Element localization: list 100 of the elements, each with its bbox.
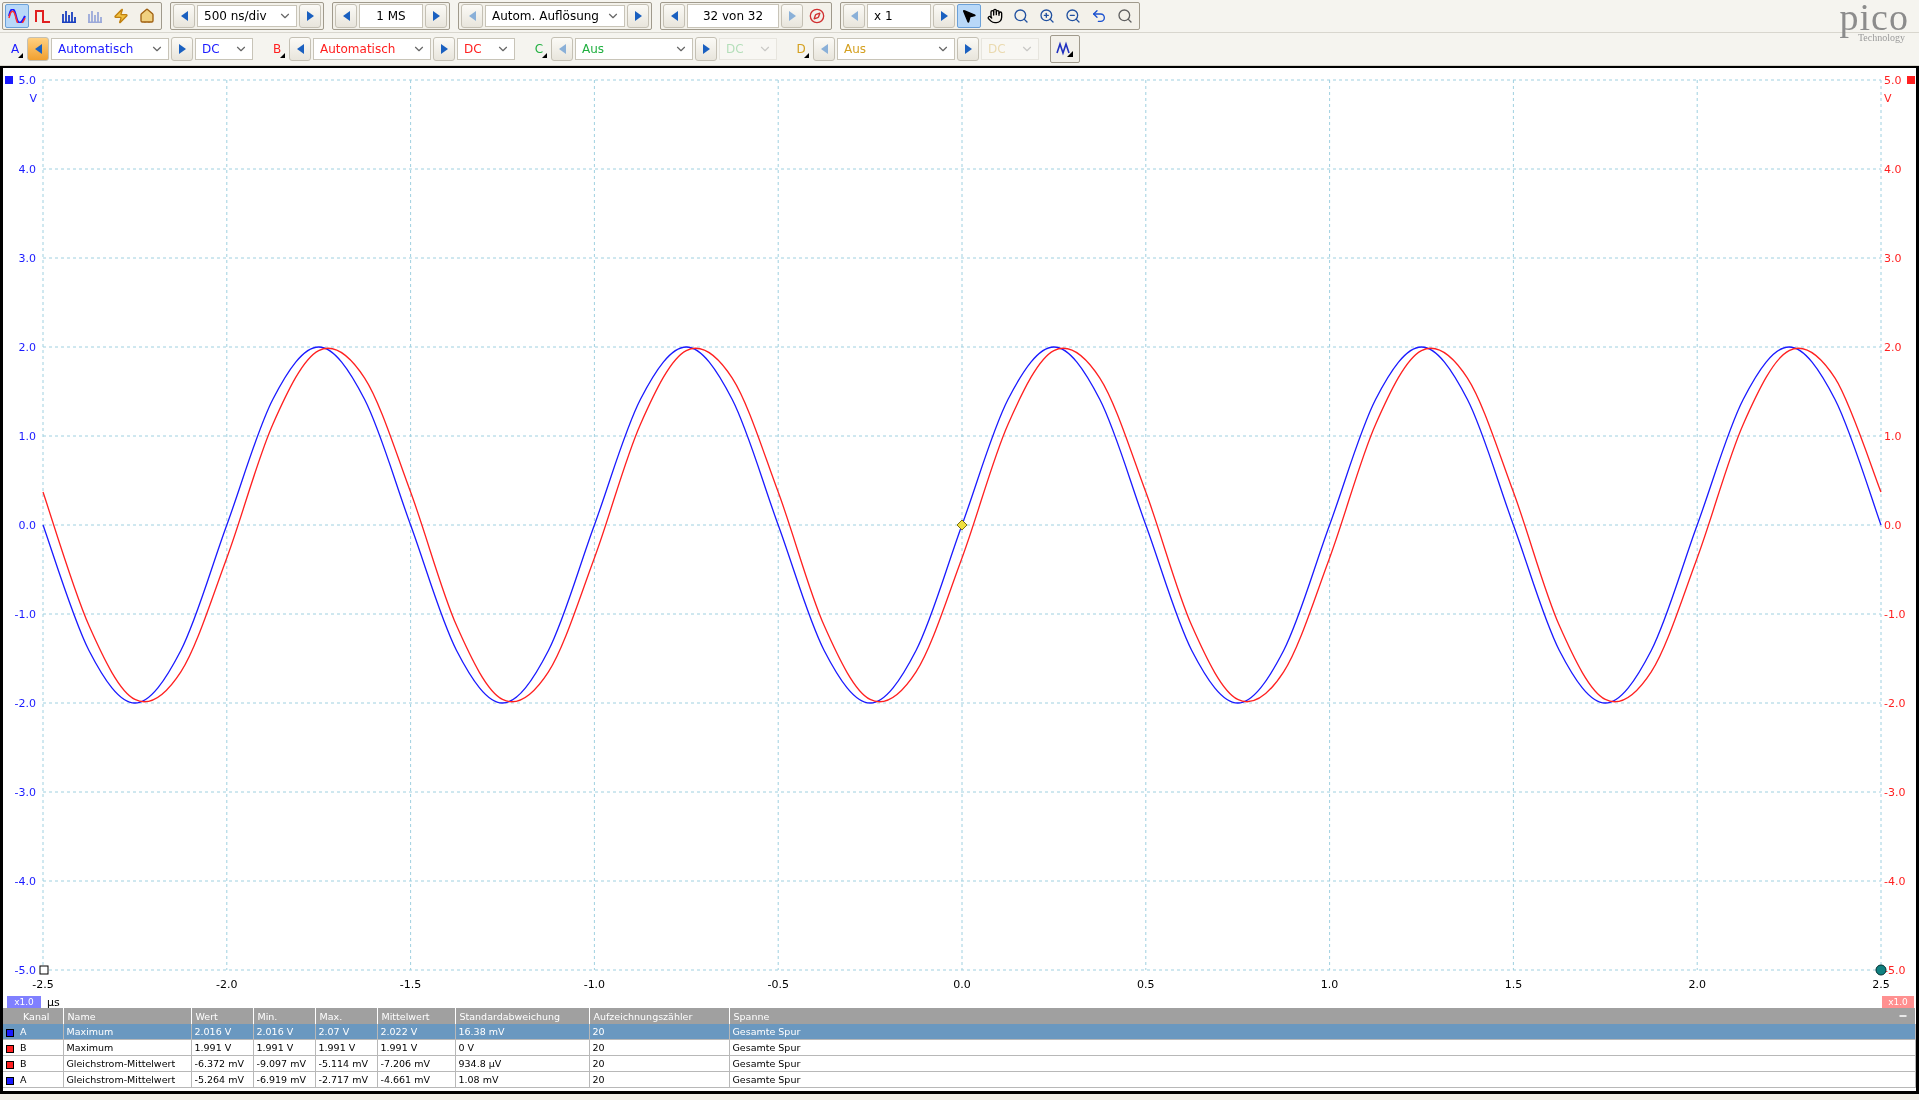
next-button[interactable] bbox=[171, 37, 193, 61]
table-cell: 1.991 V bbox=[380, 1042, 418, 1053]
lightning-icon bbox=[113, 8, 129, 24]
axis-label: 1.0 bbox=[18, 430, 36, 443]
dropdown[interactable]: DC bbox=[457, 38, 515, 60]
table-cell: -4.661 mV bbox=[380, 1074, 430, 1085]
axis-label: 2.5 bbox=[1872, 978, 1890, 991]
dropdown[interactable]: Autom. Auflösung bbox=[485, 5, 625, 27]
column-header[interactable]: Wert bbox=[191, 1008, 253, 1024]
previous-button[interactable] bbox=[27, 37, 49, 61]
axis-label: 5.0 bbox=[18, 74, 36, 87]
caret-left-icon bbox=[34, 44, 42, 54]
table-cell: 2.016 V bbox=[194, 1026, 232, 1037]
previous-button[interactable] bbox=[173, 4, 195, 28]
caret-right-icon bbox=[940, 11, 948, 21]
next-button[interactable] bbox=[433, 37, 455, 61]
dropdown[interactable]: Automatisch bbox=[313, 38, 431, 60]
channel-label[interactable]: D bbox=[791, 37, 811, 61]
table-cell: A bbox=[20, 1026, 27, 1037]
zoom-out-icon bbox=[1065, 8, 1081, 24]
column-header[interactable]: Max. bbox=[315, 1008, 377, 1024]
caret-right-icon bbox=[964, 44, 972, 54]
pulse-icon bbox=[35, 9, 51, 23]
tool-button[interactable] bbox=[957, 4, 981, 28]
next-button[interactable] bbox=[299, 4, 321, 28]
zoom-in-icon bbox=[1039, 8, 1055, 24]
dropdown[interactable]: Automatisch bbox=[51, 38, 169, 60]
caret-left-icon bbox=[820, 44, 828, 54]
ruler-handle[interactable] bbox=[39, 965, 49, 975]
compass-icon bbox=[809, 8, 825, 24]
column-header[interactable]: Min. bbox=[253, 1008, 315, 1024]
zoom-factor-field[interactable]: x 1 bbox=[867, 4, 931, 28]
scale-badge: x1.0 bbox=[7, 996, 41, 1008]
column-header[interactable]: Kanal bbox=[3, 1008, 63, 1024]
channel-label[interactable]: B bbox=[267, 37, 287, 61]
dropdown[interactable]: Aus bbox=[837, 38, 955, 60]
axis-label: -2.0 bbox=[1884, 697, 1906, 710]
table-cell: Gleichstrom-Mittelwert bbox=[66, 1074, 176, 1085]
axis-label: -1.0 bbox=[583, 978, 606, 991]
dropdown[interactable]: 500 ns/div bbox=[197, 5, 297, 27]
channel-marker bbox=[5, 76, 13, 84]
axis-label: 5.0 bbox=[1884, 74, 1902, 87]
next-button[interactable] bbox=[425, 4, 447, 28]
view-mode-button[interactable] bbox=[5, 4, 29, 28]
table-cell: -9.097 mV bbox=[256, 1058, 306, 1069]
table-cell: 2.016 V bbox=[256, 1026, 294, 1037]
samples-field[interactable]: 1 MS bbox=[359, 4, 423, 28]
next-button[interactable] bbox=[933, 4, 955, 28]
channel-label[interactable]: C bbox=[529, 37, 549, 61]
caret-left-icon bbox=[558, 44, 566, 54]
column-header[interactable]: Spanne bbox=[729, 1008, 1916, 1024]
scale-badge: x1.0 bbox=[1882, 996, 1914, 1008]
axis-label: 3.0 bbox=[1884, 252, 1902, 265]
column-header[interactable]: Standardabweichung bbox=[455, 1008, 589, 1024]
previous-button[interactable] bbox=[663, 4, 685, 28]
corner-icon bbox=[280, 53, 285, 58]
axis-label: -5.0 bbox=[14, 964, 36, 977]
table-cell: -5.114 mV bbox=[318, 1058, 368, 1069]
axis-label: -1.0 bbox=[1884, 608, 1906, 621]
caret-right-icon bbox=[788, 11, 796, 21]
channel-marker bbox=[1907, 76, 1915, 84]
trigger-marker[interactable] bbox=[956, 519, 968, 531]
axis-label: -3.0 bbox=[1884, 786, 1906, 799]
next-button[interactable] bbox=[957, 37, 979, 61]
column-header[interactable]: Mittelwert bbox=[377, 1008, 455, 1024]
ruler-handle[interactable] bbox=[1875, 964, 1887, 976]
table-cell: 1.991 V bbox=[318, 1042, 356, 1053]
dropdown[interactable]: DC bbox=[719, 38, 777, 60]
axis-label: -5.0 bbox=[1884, 964, 1906, 977]
next-button[interactable] bbox=[695, 37, 717, 61]
hand-icon bbox=[987, 8, 1003, 24]
axis-label: -0.5 bbox=[767, 978, 789, 991]
buffer-field[interactable]: 32 von 32 bbox=[687, 4, 779, 28]
wave-icon bbox=[1056, 41, 1074, 57]
previous-button[interactable] bbox=[289, 37, 311, 61]
dropdown[interactable]: Aus bbox=[575, 38, 693, 60]
caret-left-icon bbox=[296, 44, 304, 54]
caret-right-icon bbox=[432, 11, 440, 21]
axis-label: 0.0 bbox=[953, 978, 971, 991]
axis-label: 0.0 bbox=[1884, 519, 1902, 532]
search-icon bbox=[1013, 8, 1029, 24]
table-cell: -6.372 mV bbox=[194, 1058, 244, 1069]
axis-label: 1.0 bbox=[1884, 430, 1902, 443]
corner-icon bbox=[542, 53, 547, 58]
channel-label[interactable]: A bbox=[5, 37, 25, 61]
table-cell: Gesamte Spur bbox=[732, 1042, 801, 1053]
table-cell: -2.717 mV bbox=[318, 1074, 368, 1085]
table-cell: Gleichstrom-Mittelwert bbox=[66, 1058, 176, 1069]
column-header[interactable]: Name bbox=[63, 1008, 191, 1024]
table-cell: -7.206 mV bbox=[380, 1058, 430, 1069]
previous-button[interactable] bbox=[335, 4, 357, 28]
caret-left-icon bbox=[850, 11, 858, 21]
table-cell: 20 bbox=[592, 1026, 605, 1037]
column-header[interactable]: Aufzeichnungszähler bbox=[589, 1008, 729, 1024]
table-cell: 0 V bbox=[458, 1042, 475, 1053]
dropdown[interactable]: DC bbox=[195, 38, 253, 60]
table-cell: -5.264 mV bbox=[194, 1074, 244, 1085]
next-button[interactable] bbox=[627, 4, 649, 28]
sine-wave-icon bbox=[8, 9, 26, 23]
axis-label: -1.5 bbox=[399, 978, 422, 991]
